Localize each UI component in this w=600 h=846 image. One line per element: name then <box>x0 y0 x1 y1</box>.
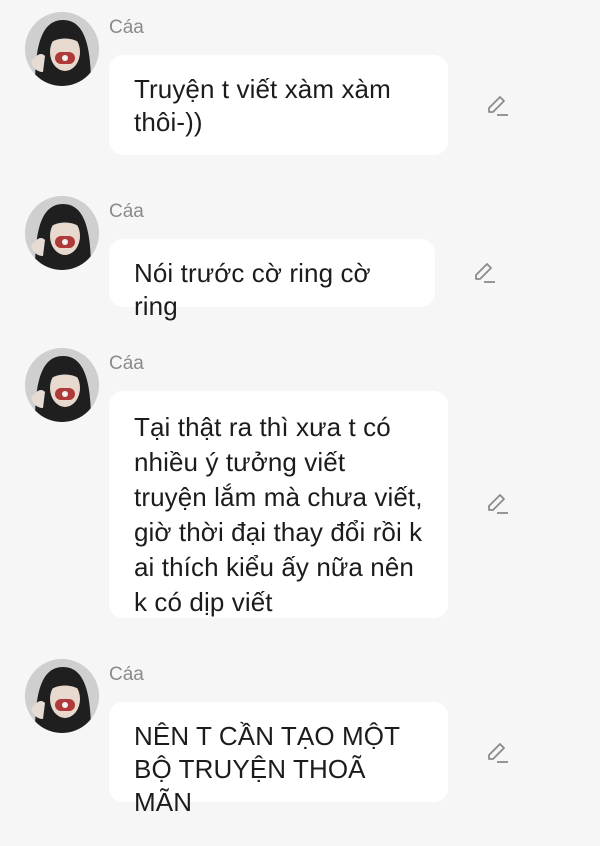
sender-name: Cáa <box>109 201 144 222</box>
message-bubble[interactable]: Nói trước cờ ring cờ ring <box>109 239 435 321</box>
sender-name: Cáa <box>109 664 144 685</box>
sender-name: Cáa <box>109 353 144 374</box>
avatar-photo <box>25 196 99 270</box>
avatar-photo <box>25 12 99 86</box>
avatar-photo <box>25 348 99 422</box>
pencil-icon[interactable] <box>484 93 510 119</box>
pencil-icon[interactable] <box>471 260 497 286</box>
chat-screen: { "sender_name": "Cáa", "messages": [ {"… <box>0 0 600 846</box>
sender-name: Cáa <box>109 17 144 38</box>
message-bubble[interactable]: NÊN T CẦN TẠO MỘT BỘ TRUYỆN THOÃ MÃN <box>109 702 448 817</box>
avatar-photo <box>25 659 99 733</box>
pencil-icon[interactable] <box>484 491 510 517</box>
message-bubble[interactable]: Truyện t viết xàm xàm thôi-)) <box>109 55 448 155</box>
message-text: Tại thật ra thì xưa t có nhiều ý tưởng v… <box>134 412 423 617</box>
avatar[interactable] <box>25 659 99 733</box>
message-text: Nói trước cờ ring cờ ring <box>134 258 371 321</box>
pencil-icon[interactable] <box>484 740 510 766</box>
avatar[interactable] <box>25 12 99 86</box>
message-text: Truyện t viết xàm xàm thôi-)) <box>134 74 391 137</box>
avatar[interactable] <box>25 196 99 270</box>
message-text: NÊN T CẦN TẠO MỘT BỘ TRUYỆN THOÃ MÃN <box>134 721 400 817</box>
avatar[interactable] <box>25 348 99 422</box>
message-bubble[interactable]: Tại thật ra thì xưa t có nhiều ý tưởng v… <box>109 391 448 618</box>
